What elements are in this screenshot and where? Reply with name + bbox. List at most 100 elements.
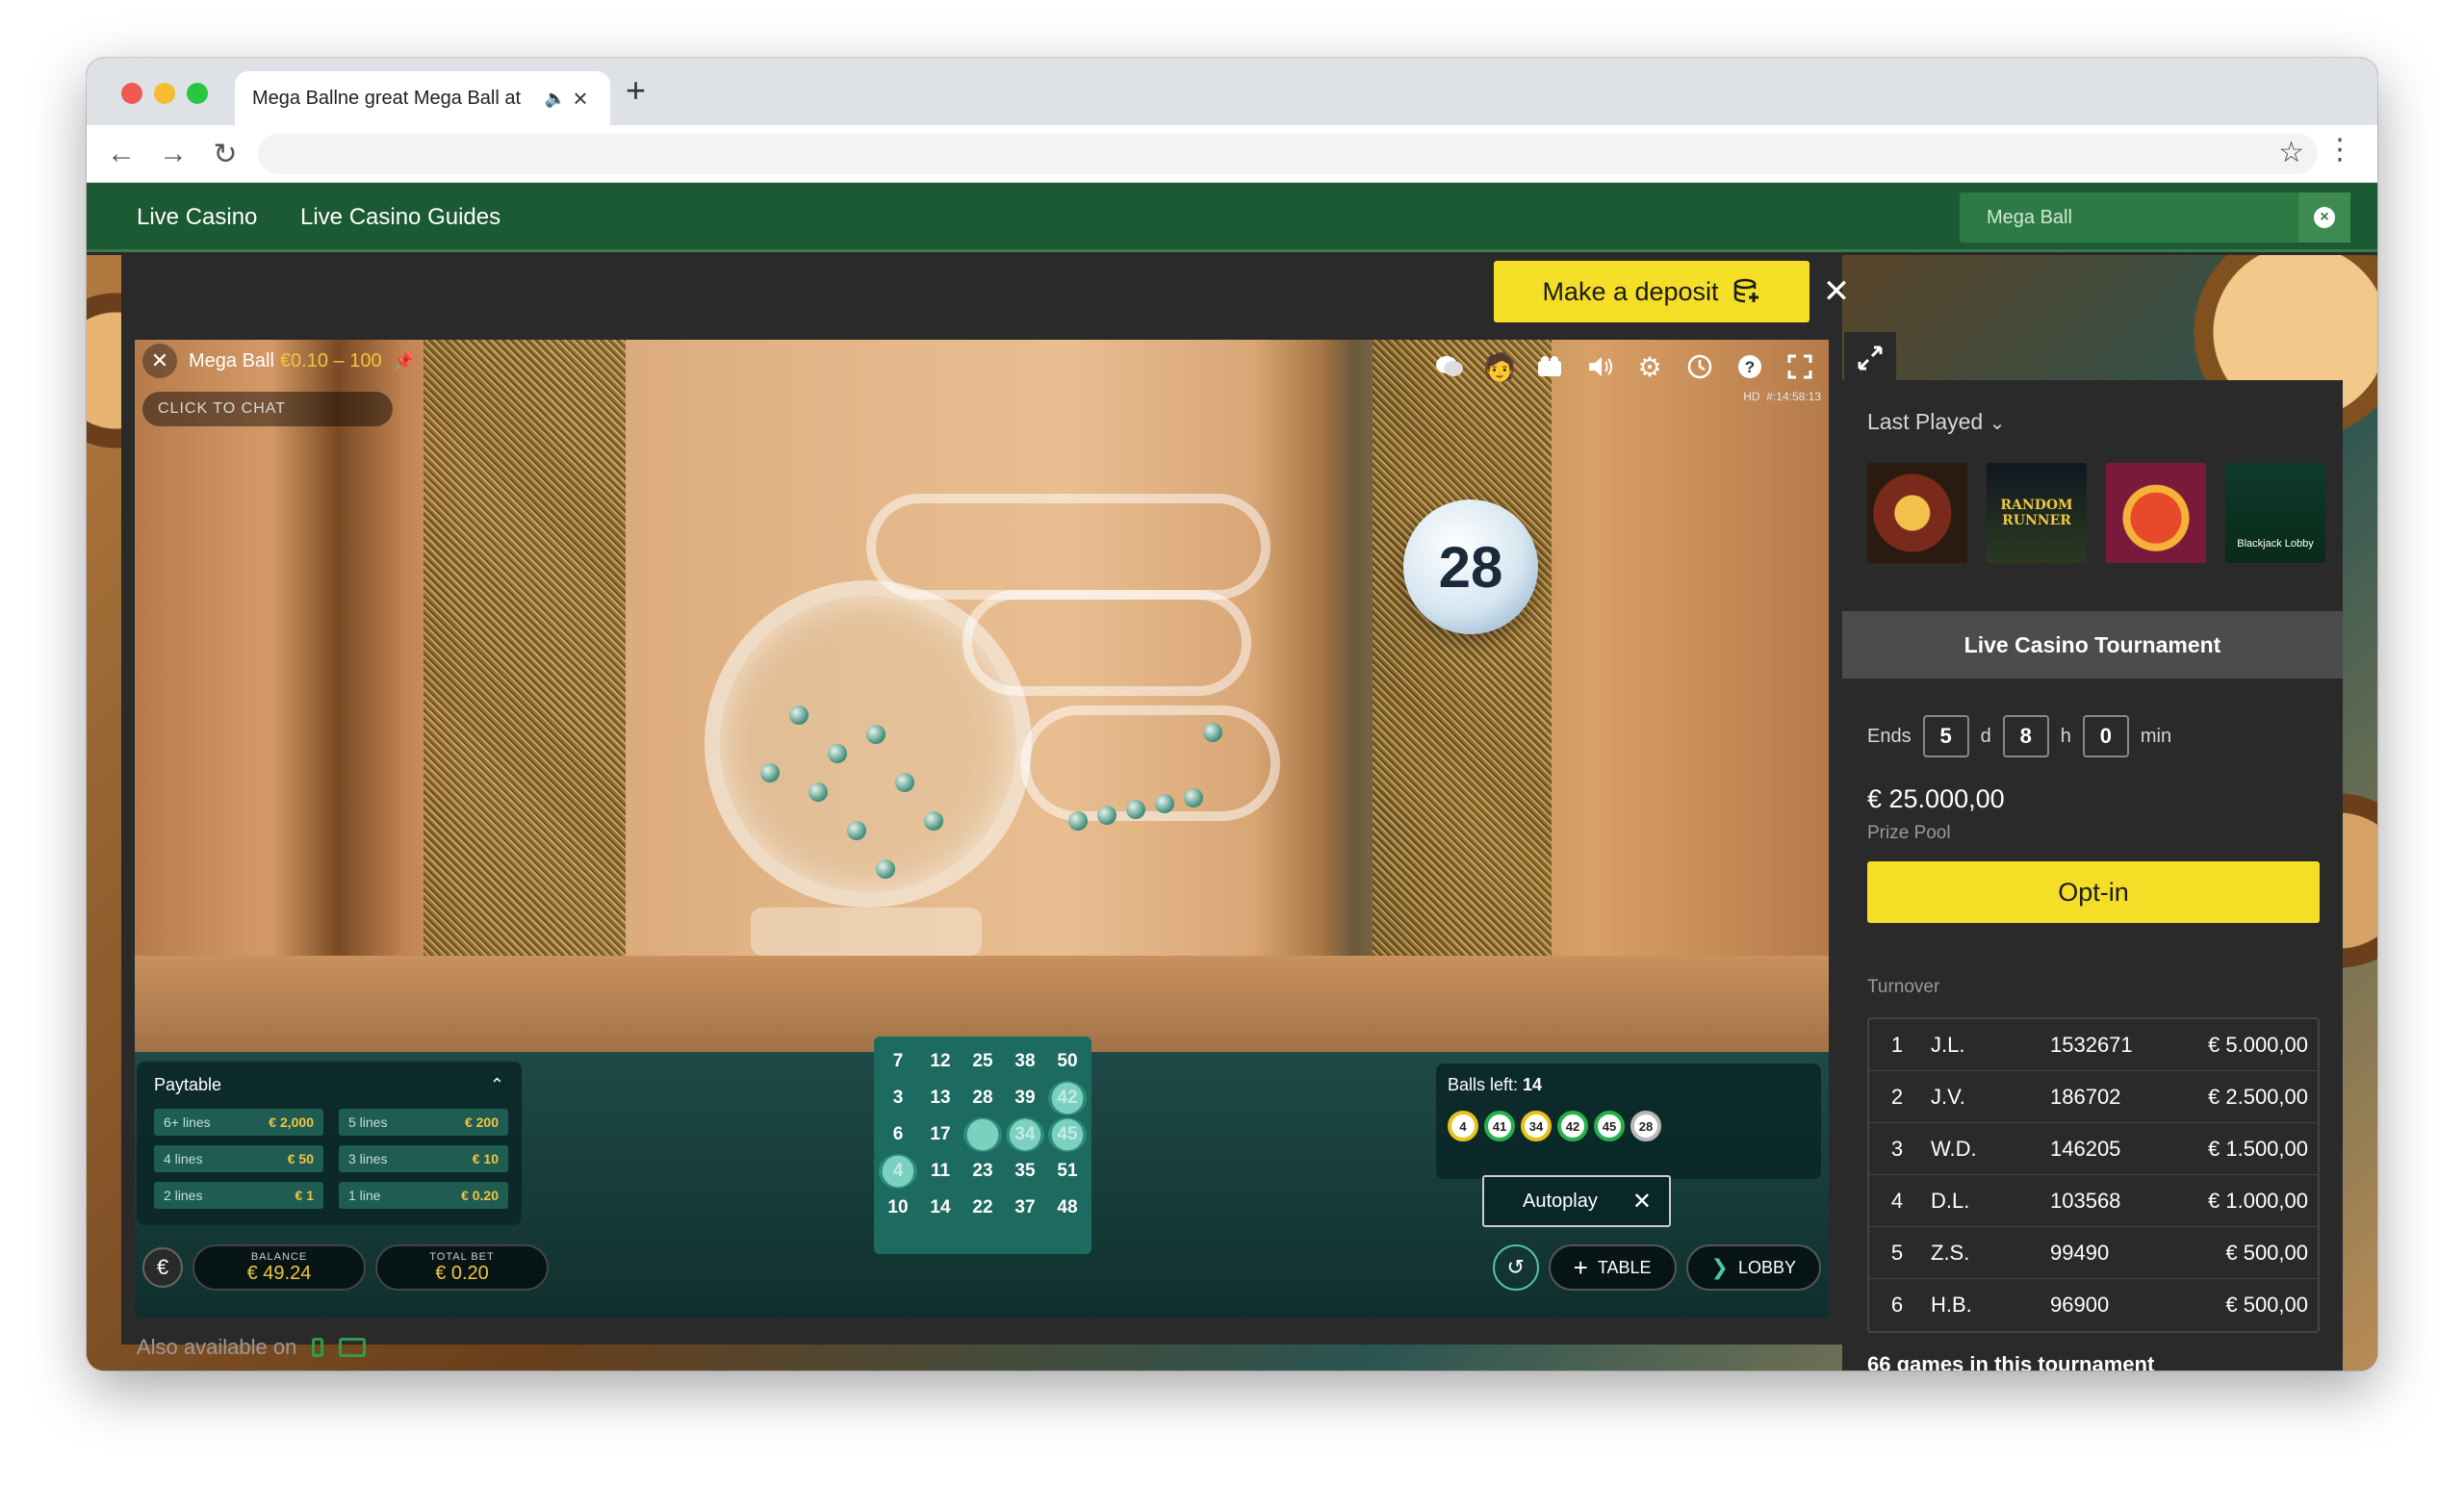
- table-row: 2 J.V. 186702 € 2.500,00: [1869, 1071, 2318, 1123]
- maximize-window-button[interactable]: [187, 83, 208, 104]
- video-camera-icon[interactable]: [1528, 346, 1571, 388]
- drawn-ball: 34: [1521, 1111, 1552, 1141]
- last-played-toggle[interactable]: Last Played ⌄: [1867, 409, 2005, 435]
- settings-gear-icon[interactable]: ⚙: [1629, 346, 1671, 388]
- card-number: 45: [1048, 1117, 1087, 1152]
- help-icon[interactable]: ?: [1729, 346, 1771, 388]
- opt-in-button[interactable]: Opt-in: [1867, 861, 2320, 923]
- nav-link-live-casino-guides[interactable]: Live Casino Guides: [300, 204, 500, 231]
- paytable-row: 6+ lines € 2,000: [154, 1109, 323, 1136]
- paytable-row: 5 lines € 200: [339, 1109, 508, 1136]
- card-number: [963, 1117, 1002, 1152]
- pin-icon[interactable]: 📌: [394, 351, 415, 372]
- table-row: 5 Z.S. 99490 € 500,00: [1869, 1227, 2318, 1279]
- prize-pool-label: Prize Pool: [1867, 823, 1951, 843]
- fullscreen-icon[interactable]: [1779, 346, 1821, 388]
- card-number: 35: [1014, 1161, 1036, 1181]
- make-deposit-button[interactable]: Make a deposit: [1494, 261, 1810, 322]
- game-header: ✕ Mega Ball €0.10 – 100 📌: [142, 344, 415, 378]
- minimize-window-button[interactable]: [154, 83, 175, 104]
- also-available-label: Also available on: [137, 1335, 297, 1359]
- machine-ball: [828, 744, 847, 763]
- last-played-label: Last Played: [1867, 409, 1984, 434]
- last-played-list: RANDOM RUNNER Blackjack Lobby: [1867, 463, 2325, 563]
- machine-ball: [760, 763, 780, 782]
- close-window-button[interactable]: [121, 83, 142, 104]
- game-thumb-random-runner[interactable]: RANDOM RUNNER: [1987, 463, 2087, 563]
- history-clock-icon[interactable]: [1679, 346, 1721, 388]
- add-table-button[interactable]: + TABLE: [1548, 1244, 1677, 1291]
- card-number: 48: [1057, 1197, 1078, 1217]
- expand-arrows-icon[interactable]: [1844, 332, 1896, 384]
- volume-icon[interactable]: [1578, 346, 1621, 388]
- ball-track-top: [866, 494, 1270, 600]
- clear-search-button[interactable]: ×: [2298, 192, 2350, 243]
- click-to-chat-button[interactable]: CLICK TO CHAT: [142, 392, 393, 426]
- game-thumb-crazy-time[interactable]: [2106, 463, 2206, 563]
- machine-ball: [1203, 723, 1222, 742]
- ball-track-middle: [962, 590, 1251, 696]
- autoplay-popup[interactable]: Autoplay ✕: [1482, 1175, 1671, 1227]
- currency-euro-icon[interactable]: €: [142, 1247, 183, 1288]
- card-number: 6: [892, 1124, 904, 1144]
- chat-bubbles-icon[interactable]: [1428, 346, 1471, 388]
- game-thumb-blackjack-lobby[interactable]: Blackjack Lobby: [2225, 463, 2325, 563]
- glitter-wall-right: [1373, 340, 1552, 1052]
- forward-arrow-icon[interactable]: →: [154, 135, 192, 173]
- prize-pool-value: € 25.000,00: [1867, 784, 2005, 813]
- table-row: 1 J.L. 1532671 € 5.000,00: [1869, 1019, 2318, 1071]
- close-game-button[interactable]: ✕: [1810, 265, 1863, 319]
- svg-text:?: ?: [1745, 358, 1755, 376]
- speaker-icon[interactable]: 🔈: [543, 89, 568, 109]
- tab-title: Mega Ballne great Mega Ball at: [252, 87, 522, 109]
- deposit-label: Make a deposit: [1542, 276, 1719, 306]
- address-bar[interactable]: ☆: [258, 134, 2318, 174]
- repeat-icon[interactable]: ↺: [1492, 1244, 1539, 1291]
- drawn-ball: 4: [1448, 1111, 1478, 1141]
- machine-ball: [1097, 806, 1116, 825]
- card-number: 37: [1014, 1197, 1036, 1217]
- card-number: 12: [930, 1051, 951, 1071]
- bookmark-star-icon[interactable]: ☆: [2278, 136, 2304, 169]
- card-number: 39: [1014, 1088, 1036, 1108]
- nav-link-live-casino[interactable]: Live Casino: [137, 204, 257, 231]
- total-bet-display: TOTAL BET € 0.20: [375, 1244, 549, 1291]
- tournament-title: Live Casino Tournament: [1842, 611, 2343, 679]
- table-row: 4 D.L. 103568 € 1.000,00: [1869, 1175, 2318, 1227]
- tab-strip: Mega Ballne great Mega Ball at 🔈 × +: [87, 58, 2377, 125]
- search-input[interactable]: [1960, 192, 2297, 243]
- close-icon[interactable]: ✕: [142, 344, 177, 378]
- machine-ball: [1184, 788, 1203, 807]
- menu-kebab-icon[interactable]: ⋮: [2325, 133, 2354, 167]
- machine-ball: [924, 811, 943, 831]
- paytable-row: 3 lines € 10: [339, 1145, 508, 1172]
- game-thumb-lightning-roulette[interactable]: [1867, 463, 1967, 563]
- drawn-ball: 41: [1484, 1111, 1515, 1141]
- lobby-button[interactable]: ❯ LOBBY: [1685, 1244, 1821, 1291]
- game-panel: Make a deposit ✕ 28 ✕ Mega Ball €0.10 – …: [121, 255, 1850, 1359]
- drawn-ball: 42: [1557, 1111, 1588, 1141]
- chevron-up-icon[interactable]: ⌃: [490, 1075, 504, 1095]
- new-tab-button[interactable]: +: [626, 73, 646, 108]
- dealer-tip-icon[interactable]: 🧑: [1478, 346, 1521, 388]
- lobby-label: LOBBY: [1737, 1257, 1796, 1277]
- ball-track-bottom: [1020, 705, 1280, 821]
- close-icon[interactable]: ×: [568, 86, 593, 111]
- balance-label: BALANCE: [250, 1250, 308, 1263]
- card-number: 50: [1057, 1051, 1078, 1071]
- machine-ball: [789, 705, 808, 725]
- card-grid: 7 12 25 38 50 3 13 28 39 42 6 17 34 45 4 11 23 35 51 10 14 22…: [879, 1044, 1087, 1225]
- card-number: 17: [930, 1124, 951, 1144]
- chevron-down-icon: ⌄: [1989, 413, 2006, 434]
- balance-row: € BALANCE € 49.24 TOTAL BET € 0.20: [142, 1244, 549, 1291]
- drawn-ball-display: 28: [1403, 500, 1538, 634]
- browser-window: Mega Ballne great Mega Ball at 🔈 × + ← →…: [87, 58, 2377, 1371]
- plus-icon: +: [1573, 1252, 1588, 1282]
- mobile-icon[interactable]: [312, 1338, 324, 1357]
- reload-icon[interactable]: ↻: [206, 135, 244, 173]
- back-arrow-icon[interactable]: ←: [102, 135, 141, 173]
- browser-tab[interactable]: Mega Ballne great Mega Ball at 🔈 ×: [235, 71, 610, 125]
- tablet-icon[interactable]: [339, 1338, 367, 1357]
- close-icon[interactable]: ✕: [1632, 1188, 1652, 1216]
- bingo-card[interactable]: 7 12 25 38 50 3 13 28 39 42 6 17 34 45 4 11 23 35 51 10 14 22…: [874, 1037, 1091, 1254]
